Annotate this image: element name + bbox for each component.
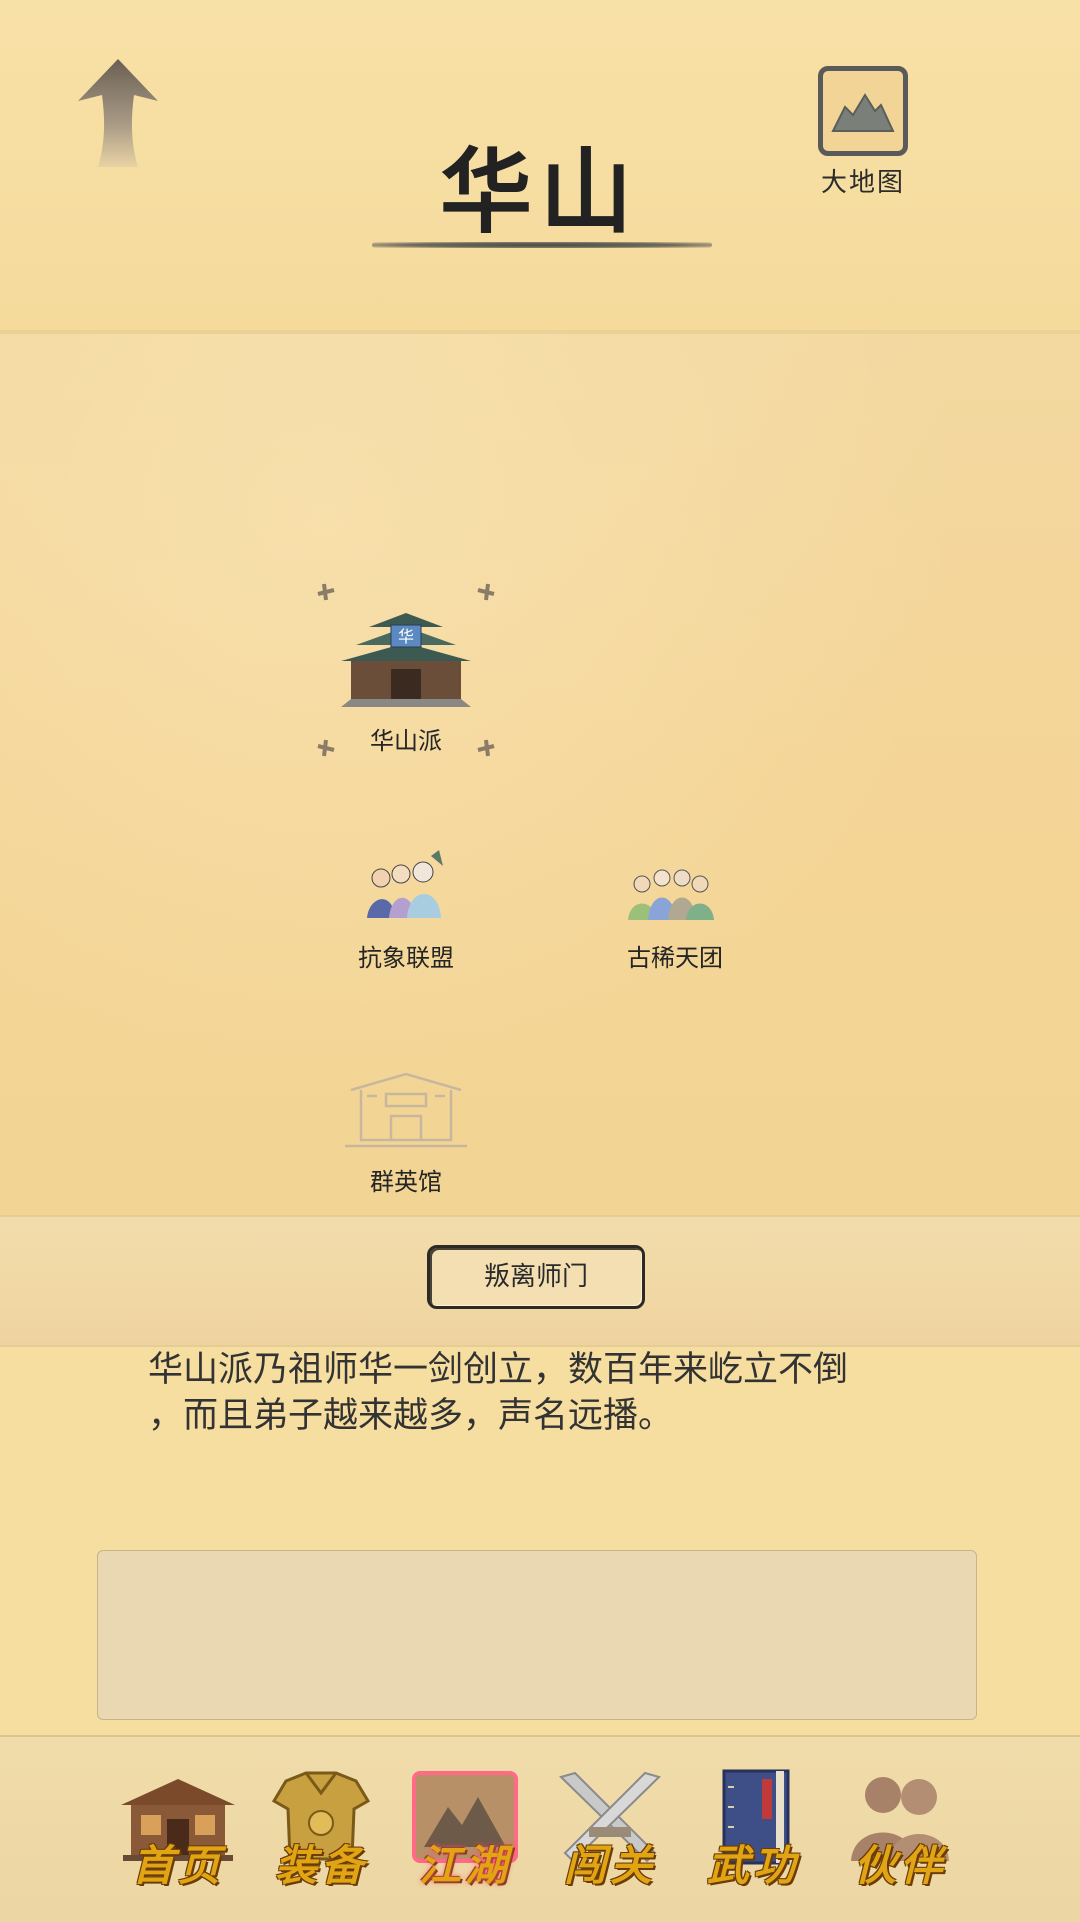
location-kangxiang-alliance[interactable]: 抗象联盟 bbox=[331, 846, 481, 973]
location-huashan-sect[interactable]: 华 华山派 bbox=[331, 599, 481, 756]
message-box bbox=[97, 1550, 977, 1720]
nav-martial-arts[interactable]: 武功 bbox=[688, 1767, 818, 1897]
group-characters-icon bbox=[367, 850, 443, 918]
nav-label: 装备 bbox=[274, 1841, 367, 1890]
nav-label: 江湖 bbox=[418, 1841, 511, 1890]
nav-jianghu[interactable]: 江湖 bbox=[400, 1767, 530, 1897]
title-underline bbox=[372, 242, 712, 248]
nav-companions[interactable]: 伙伴 bbox=[835, 1767, 965, 1897]
temple-icon: 华 bbox=[341, 613, 471, 707]
mountain-icon bbox=[831, 93, 895, 132]
location-label: 古稀天团 bbox=[627, 944, 723, 972]
world-map-label: 大地图 bbox=[820, 168, 905, 198]
nav-label: 伙伴 bbox=[853, 1841, 946, 1890]
elders-group-icon bbox=[628, 869, 714, 920]
region-map: 华 华山派 抗象联盟 古稀天团 群英馆 bbox=[0, 330, 1080, 1219]
nav-label: 首页 bbox=[131, 1841, 224, 1890]
action-banner: 叛离师门 bbox=[0, 1215, 1080, 1347]
location-label: 抗象联盟 bbox=[358, 944, 454, 972]
world-map-button[interactable]: 大地图 bbox=[812, 66, 914, 198]
location-description: 华山派乃祖师华一剑创立，数百年来屹立不倒 ，而且弟子越来越多，声名远播。 bbox=[148, 1347, 908, 1439]
nav-home[interactable]: 首页 bbox=[113, 1767, 243, 1897]
location-label: 华山派 bbox=[370, 727, 442, 755]
bottom-nav: 首页 装备 江湖 闯关 武功 伙伴 bbox=[0, 1735, 1080, 1922]
hall-building-icon bbox=[345, 1072, 467, 1148]
location-label: 群英馆 bbox=[370, 1168, 442, 1196]
svg-text:华: 华 bbox=[398, 627, 414, 646]
page-title: 华山 bbox=[439, 139, 640, 246]
location-qunying-hall[interactable]: 群英馆 bbox=[331, 1060, 481, 1197]
leave-sect-button[interactable]: 叛离师门 bbox=[427, 1245, 645, 1309]
header: 华山 大地图 bbox=[0, 0, 1080, 330]
description-line-2: ，而且弟子越来越多，声名远播。 bbox=[148, 1396, 674, 1436]
nav-challenge[interactable]: 闯关 bbox=[545, 1767, 675, 1897]
nav-equipment[interactable]: 装备 bbox=[256, 1767, 386, 1897]
nav-label: 闯关 bbox=[563, 1841, 656, 1890]
description-line-1: 华山派乃祖师华一剑创立，数百年来屹立不倒 bbox=[148, 1350, 849, 1390]
nav-label: 武功 bbox=[706, 1841, 799, 1890]
location-guxi-tiantuan[interactable]: 古稀天团 bbox=[600, 846, 750, 973]
map-frame bbox=[818, 66, 908, 156]
